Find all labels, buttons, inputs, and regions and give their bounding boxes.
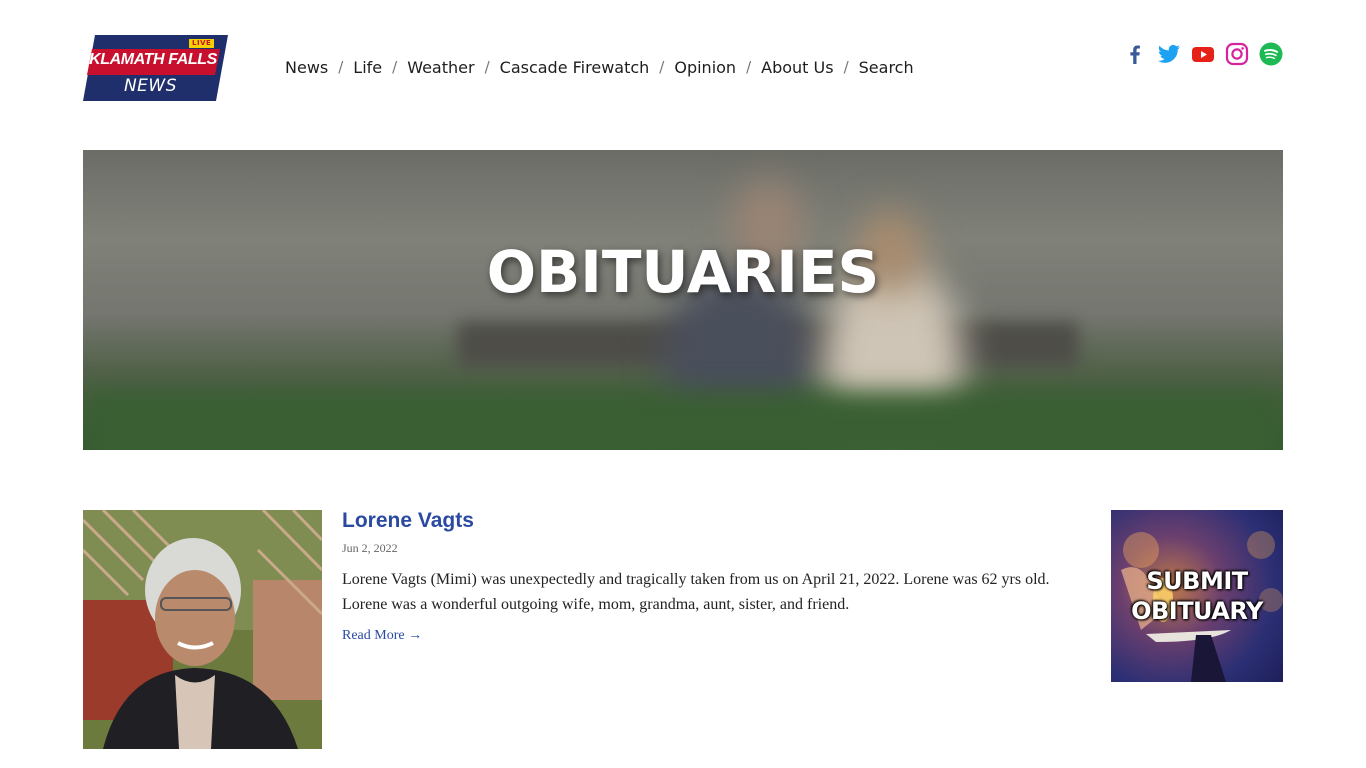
youtube-icon[interactable]	[1191, 42, 1215, 66]
spotify-icon[interactable]	[1259, 42, 1283, 66]
obituary-excerpt: Lorene Vagts (Mimi) was unexpectedly and…	[342, 571, 1050, 613]
nav-item-about-us[interactable]: About Us	[761, 58, 833, 77]
nav-item-news[interactable]: News	[285, 58, 328, 77]
obituary-date: Jun 2, 2022	[342, 541, 398, 555]
nav-separator: /	[484, 58, 490, 76]
obituary-title-link[interactable]: Lorene Vagts	[342, 509, 474, 533]
candle-image	[1121, 531, 1283, 682]
logo-subtitle: NEWS	[123, 76, 178, 96]
nav-separator: /	[746, 58, 752, 76]
read-more-link[interactable]: Read More →	[342, 628, 422, 644]
nav-separator: /	[338, 58, 344, 76]
nav-separator: /	[843, 58, 849, 76]
instagram-icon[interactable]	[1225, 42, 1249, 66]
nav-separator: /	[392, 58, 398, 76]
portrait-image	[83, 510, 322, 749]
nav-separator: /	[659, 58, 665, 76]
promo-line-2: OBITUARY	[1131, 597, 1263, 625]
obituary-photo[interactable]	[83, 510, 322, 749]
nav-item-life[interactable]: Life	[353, 58, 382, 77]
page-title: OBITUARIES	[486, 238, 880, 306]
nav-item-search[interactable]: Search	[859, 58, 914, 77]
site-logo[interactable]: LIVE KLAMATH FALLS NEWS	[83, 35, 228, 101]
logo-live-badge: LIVE	[189, 39, 215, 48]
nav-item-cascade-firewatch[interactable]: Cascade Firewatch	[500, 58, 650, 77]
submit-obituary-banner[interactable]: SUBMIT OBITUARY	[1111, 510, 1283, 682]
nav-item-weather[interactable]: Weather	[407, 58, 474, 77]
social-links	[1123, 42, 1283, 66]
promo-line-1: SUBMIT	[1146, 567, 1248, 595]
facebook-icon[interactable]	[1123, 42, 1147, 66]
main-nav: News / Life / Weather / Cascade Firewatc…	[285, 56, 914, 78]
obituaries-hero-banner: OBITUARIES	[83, 150, 1283, 450]
nav-item-opinion[interactable]: Opinion	[674, 58, 736, 77]
logo-title: KLAMATH FALLS	[89, 51, 217, 68]
twitter-icon[interactable]	[1157, 42, 1181, 66]
